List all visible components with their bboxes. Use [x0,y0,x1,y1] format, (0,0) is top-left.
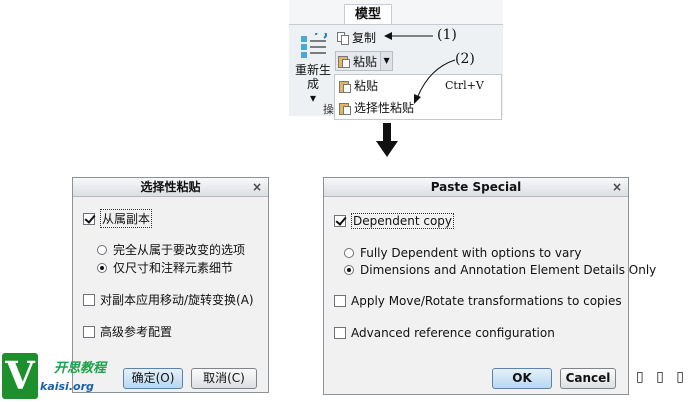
dependent-copy-checkbox[interactable]: 从属副本 [83,209,153,228]
paste-special-dialog-en: Paste Special × Dependent copy Fully Dep… [323,177,656,395]
ok-button[interactable]: 确定(O) [123,368,183,389]
dialog-title: Paste Special [324,178,628,197]
apply-move-label: Apply Move/Rotate transformations to cop… [351,294,622,308]
watermark-subtext: kaisi.org [40,380,94,393]
close-icon[interactable]: × [252,178,262,197]
radio-fully-dependent-label: Fully Dependent with options to vary [360,246,582,260]
advanced-ref-label: 高级参考配置 [100,325,173,339]
cancel-button[interactable]: 取消(C) [191,368,257,389]
checkbox-icon[interactable] [334,215,346,227]
callout-1: (1) [437,27,457,43]
radio-dims-only-label: Dimensions and Annotation Element Detail… [360,263,657,277]
watermark-text: 开思教程 [54,361,107,376]
radio-dims-only-label: 仅尺寸和注释元素细节 [113,261,234,275]
down-arrow-icon [376,123,398,157]
ok-button[interactable]: OK [492,368,552,389]
checkbox-icon[interactable] [83,293,95,306]
radio-icon[interactable] [344,248,354,258]
advanced-ref-checkbox[interactable]: 高级参考配置 [83,323,172,340]
advanced-ref-label: Advanced reference configuration [351,326,555,340]
radio-icon[interactable] [97,262,107,273]
checkbox-icon[interactable] [334,327,346,339]
watermark-logo: V [2,353,38,399]
radio-icon[interactable] [344,265,354,275]
radio-dims-only[interactable]: 仅尺寸和注释元素细节 [97,259,233,276]
radio-fully-dependent-label: 完全从属于要改变的选项 [113,243,246,257]
radio-dims-only[interactable]: Dimensions and Annotation Element Detail… [344,263,656,277]
radio-icon[interactable] [97,244,107,255]
radio-fully-dependent[interactable]: Fully Dependent with options to vary [344,246,581,260]
apply-move-label: 对副本应用移动/旋转变换(A) [100,293,254,307]
dependent-copy-label: 从属副本 [100,209,153,228]
radio-fully-dependent[interactable]: 完全从属于要改变的选项 [97,241,245,258]
dependent-copy-checkbox[interactable]: Dependent copy [334,213,455,229]
dialog-title: 选择性粘贴 [73,178,268,197]
advanced-ref-checkbox[interactable]: Advanced reference configuration [334,326,555,340]
callout-2: (2) [455,51,475,67]
cancel-button[interactable]: Cancel [560,368,616,389]
checkbox-icon[interactable] [334,295,346,307]
close-icon[interactable]: × [612,178,622,197]
checkbox-icon[interactable] [83,325,95,338]
callout-arrows [384,32,456,104]
checkbox-icon[interactable] [83,212,95,225]
apply-move-checkbox[interactable]: 对副本应用移动/旋转变换(A) [83,291,254,308]
dependent-copy-label: Dependent copy [351,213,455,229]
apply-move-checkbox[interactable]: Apply Move/Rotate transformations to cop… [334,294,622,308]
placeholder-glyphs: ▯ ▯ ▯ [636,369,689,385]
